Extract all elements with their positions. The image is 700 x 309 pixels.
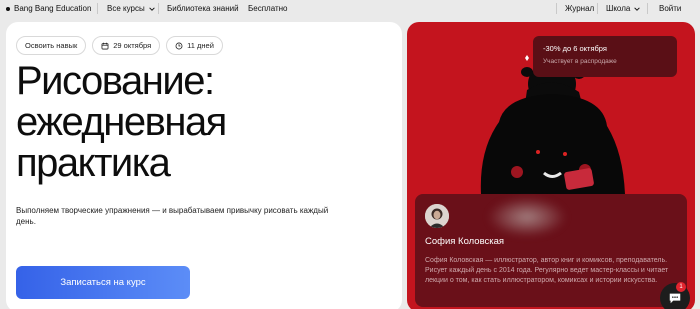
chip-duration: 11 дней <box>166 36 223 55</box>
nav-journal[interactable]: Журнал <box>565 4 594 13</box>
top-navigation: Bang Bang Education Все курсы Библиотека… <box>0 0 700 18</box>
author-bio: София Коловская — иллюстратор, автор кни… <box>425 257 669 284</box>
nav-divider <box>597 3 598 14</box>
course-title-line-3: практика <box>16 141 171 185</box>
nav-school-label: Школа <box>606 4 631 13</box>
clock-icon <box>175 42 183 49</box>
chip-duration-label: 11 дней <box>187 41 214 50</box>
brand-name: Bang Bang Education <box>14 4 92 13</box>
sale-banner[interactable]: -30% до 6 октября Участвует в распродаже <box>533 36 677 77</box>
author-card: София Коловская София Коловская — иллюст… <box>415 194 687 307</box>
nav-divider <box>158 3 159 14</box>
nav-journal-label: Журнал <box>565 4 595 13</box>
course-hero-card: Освоить навык 29 октября 11 дней Рисован… <box>6 22 402 309</box>
course-title-line-2: ежедневная <box>16 100 227 144</box>
blurred-region <box>487 197 567 237</box>
course-description: Выполняем творческие упражнения — и выра… <box>16 206 329 226</box>
chevron-down-icon <box>634 6 641 11</box>
chat-notification-badge: 1 <box>676 282 686 292</box>
enroll-button[interactable]: Записаться на курс <box>16 266 190 299</box>
nav-all-courses[interactable]: Все курсы <box>107 4 156 13</box>
chip-skill: Освоить навык <box>16 36 87 55</box>
nav-all-courses-label: Все курсы <box>107 4 145 13</box>
sale-subtitle: Участвует в распродаже <box>543 58 617 65</box>
chip-skill-label: Освоить навык <box>25 41 78 50</box>
chip-start-date: 29 октября <box>92 36 161 55</box>
author-avatar <box>425 204 449 228</box>
chat-bubble-icon <box>669 293 681 304</box>
author-name: София Коловская <box>425 236 505 247</box>
brand-logo[interactable]: Bang Bang Education <box>6 4 91 13</box>
nav-library[interactable]: Библиотека знаний <box>167 4 239 13</box>
calendar-icon <box>101 42 109 49</box>
sale-title: -30% до 6 октября <box>543 44 607 53</box>
nav-free[interactable]: Бесплатно <box>248 4 288 13</box>
nav-library-label: Библиотека знаний <box>167 4 239 13</box>
nav-free-label: Бесплатно <box>248 4 288 13</box>
chevron-down-icon <box>148 6 155 11</box>
brand-dot-icon <box>6 6 10 11</box>
course-title-line-1: Рисование: <box>16 59 215 103</box>
course-promo-card: -30% до 6 октября Участвует в распродаже… <box>407 22 695 309</box>
chip-start-date-label: 29 октября <box>113 41 152 50</box>
nav-login-label: Войти <box>659 4 682 13</box>
nav-divider <box>97 3 98 14</box>
course-title: Рисование: ежедневная практика <box>16 61 336 184</box>
nav-login[interactable]: Войти <box>659 4 681 13</box>
nav-school[interactable]: Школа <box>606 4 641 13</box>
nav-divider <box>556 3 557 14</box>
author-photo <box>425 204 449 228</box>
course-meta-chips: Освоить навык 29 октября 11 дней <box>16 36 223 55</box>
nav-divider <box>647 3 648 14</box>
